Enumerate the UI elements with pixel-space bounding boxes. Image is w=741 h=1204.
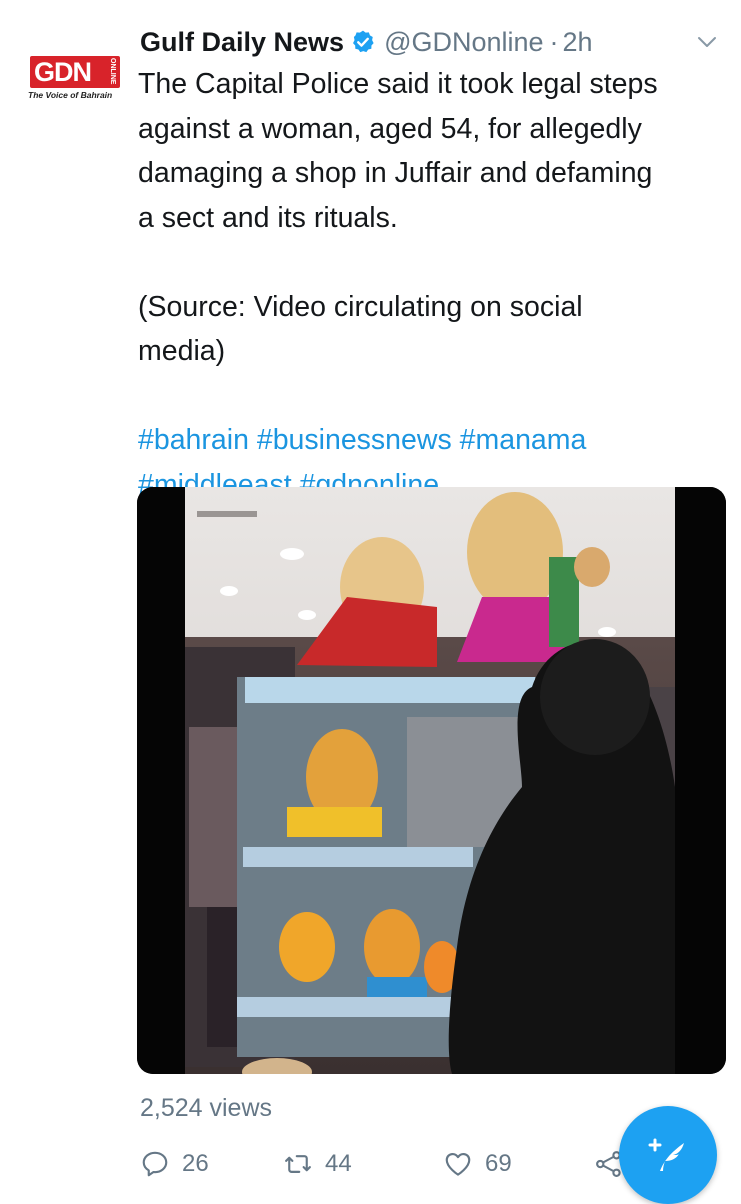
compose-tweet-icon xyxy=(648,1138,684,1171)
text-line: against a woman, aged 54, for allegedly xyxy=(138,112,642,145)
chevron-down-icon[interactable] xyxy=(695,30,719,54)
verified-badge-icon xyxy=(353,30,374,53)
account-handle[interactable]: @GDNonline xyxy=(384,27,543,58)
logo-online-text: ONLINE xyxy=(109,58,116,85)
logo-text: GDN xyxy=(34,56,92,87)
compose-tweet-button[interactable] xyxy=(619,1106,717,1204)
heart-icon xyxy=(445,1152,471,1176)
avatar[interactable]: GDN ONLINE The Voice of Bahrain xyxy=(24,56,124,102)
tweet-text: The Capital Police said it took legal st… xyxy=(138,62,728,507)
action-bar: 26 44 69 xyxy=(140,1146,700,1182)
tweet-header: Gulf Daily News @GDNonline · 2h xyxy=(140,24,723,60)
text-line: a sect and its rituals. xyxy=(138,201,398,234)
retweet-button[interactable]: 44 xyxy=(283,1146,352,1182)
logo-tagline: The Voice of Bahrain xyxy=(28,90,113,100)
text-line: The Capital Police said it took legal st… xyxy=(138,68,658,100)
text-line: damaging a shop in Juffair and defaming xyxy=(138,157,653,189)
reply-count: 26 xyxy=(182,1150,209,1177)
separator-dot: · xyxy=(549,26,559,57)
like-count: 69 xyxy=(485,1150,512,1177)
gdn-logo: GDN ONLINE xyxy=(30,56,120,88)
tweet-time[interactable]: 2h xyxy=(563,27,593,58)
view-count: 2,524 views xyxy=(140,1094,273,1122)
account-name[interactable]: Gulf Daily News xyxy=(140,27,344,58)
text-line: media) xyxy=(138,335,226,367)
text-line: (Source: Video circulating on social xyxy=(138,290,583,323)
like-button[interactable]: 69 xyxy=(443,1146,512,1182)
reply-icon xyxy=(142,1151,168,1177)
video-frame xyxy=(137,487,726,1074)
reply-button[interactable]: 26 xyxy=(140,1146,209,1182)
tweet-video[interactable] xyxy=(137,487,726,1074)
retweet-count: 44 xyxy=(325,1150,352,1177)
hashtag-line[interactable]: #bahrain #businessnews #manama xyxy=(138,418,728,463)
retweet-icon xyxy=(285,1155,311,1173)
